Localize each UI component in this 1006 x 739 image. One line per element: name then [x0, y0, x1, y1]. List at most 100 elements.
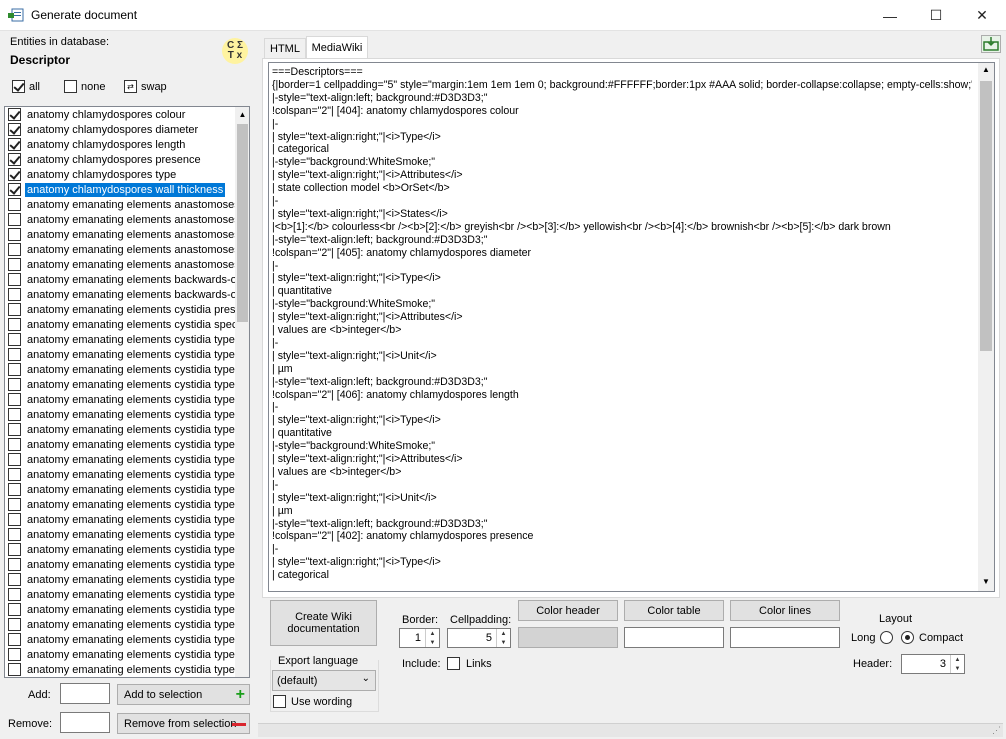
list-item[interactable]: anatomy emanating elements cystidia type… — [5, 512, 235, 527]
list-item-checkbox[interactable] — [8, 168, 21, 181]
list-item-checkbox[interactable] — [8, 618, 21, 631]
list-item[interactable]: anatomy emanating elements anastomoses a — [5, 197, 235, 212]
editor-scroll-thumb[interactable] — [980, 81, 992, 351]
list-item[interactable]: anatomy emanating elements cystidia type… — [5, 527, 235, 542]
list-item-checkbox[interactable] — [8, 408, 21, 421]
list-item-checkbox[interactable] — [8, 243, 21, 256]
list-item[interactable]: anatomy emanating elements cystidia type… — [5, 482, 235, 497]
list-item-checkbox[interactable] — [8, 528, 21, 541]
list-item-checkbox[interactable] — [8, 108, 21, 121]
list-item[interactable]: anatomy emanating elements anastomoses s — [5, 242, 235, 257]
list-item[interactable]: anatomy emanating elements cystidia type… — [5, 392, 235, 407]
create-wiki-button[interactable]: Create Wiki documentation — [270, 600, 377, 646]
list-item-checkbox[interactable] — [8, 138, 21, 151]
list-item[interactable]: anatomy emanating elements backwards-ori… — [5, 287, 235, 302]
list-item-checkbox[interactable] — [8, 153, 21, 166]
color-header-button[interactable]: Color header — [518, 600, 618, 621]
tab-mediawiki[interactable]: MediaWiki — [306, 36, 368, 59]
list-item[interactable]: anatomy emanating elements anastomoses c — [5, 212, 235, 227]
list-item-checkbox[interactable] — [8, 438, 21, 451]
layout-compact-radio[interactable]: Compact — [901, 631, 963, 644]
list-item-checkbox[interactable] — [8, 498, 21, 511]
spin-arrows-icon[interactable]: ▲ ▼ — [496, 629, 510, 647]
list-item-checkbox[interactable] — [8, 648, 21, 661]
close-button[interactable]: ✕ — [959, 0, 1005, 31]
mediawiki-editor[interactable]: ===Descriptors=== {|border=1 cellpadding=… — [268, 62, 995, 592]
list-item[interactable]: anatomy emanating elements cystidia spec… — [5, 317, 235, 332]
editor-scrollbar[interactable]: ▲ ▼ — [978, 63, 994, 591]
list-item-checkbox[interactable] — [8, 423, 21, 436]
list-item-checkbox[interactable] — [8, 393, 21, 406]
list-item[interactable]: anatomy emanating elements cystidia type… — [5, 467, 235, 482]
editor-scroll-down-icon[interactable]: ▼ — [978, 577, 994, 589]
list-item-checkbox[interactable] — [8, 513, 21, 526]
resize-grip-icon[interactable]: ⋰ — [992, 725, 1004, 737]
links-checkbox[interactable]: Links — [447, 657, 492, 670]
list-item-checkbox[interactable] — [8, 543, 21, 556]
editor-scroll-up-icon[interactable]: ▲ — [978, 65, 994, 77]
list-item[interactable]: anatomy emanating elements cystidia type… — [5, 362, 235, 377]
list-item-checkbox[interactable] — [8, 603, 21, 616]
list-item[interactable]: anatomy emanating elements cystidia type… — [5, 602, 235, 617]
none-checkbox[interactable]: none — [64, 80, 105, 93]
list-item-checkbox[interactable] — [8, 288, 21, 301]
add-to-selection-button[interactable]: Add to selection + — [117, 684, 250, 705]
list-item-checkbox[interactable] — [8, 363, 21, 376]
list-item[interactable]: anatomy emanating elements cystidia type… — [5, 572, 235, 587]
list-item[interactable]: anatomy emanating elements cystidia type… — [5, 332, 235, 347]
spin-arrows-icon[interactable]: ▲ ▼ — [425, 629, 439, 647]
list-item[interactable]: anatomy emanating elements cystidia type… — [5, 617, 235, 632]
list-item[interactable]: anatomy emanating elements cystidia type… — [5, 557, 235, 572]
list-item-checkbox[interactable] — [8, 468, 21, 481]
minimize-button[interactable]: — — [867, 0, 913, 31]
list-item[interactable]: anatomy emanating elements cystidia type… — [5, 677, 235, 678]
list-item-checkbox[interactable] — [8, 198, 21, 211]
remove-input[interactable] — [60, 712, 110, 733]
tab-html[interactable]: HTML — [264, 38, 306, 58]
list-item[interactable]: anatomy emanating elements cystidia type… — [5, 452, 235, 467]
list-item-checkbox[interactable] — [8, 633, 21, 646]
list-item[interactable]: anatomy emanating elements cystidia type… — [5, 422, 235, 437]
all-checkbox[interactable]: all — [12, 80, 40, 93]
list-item-checkbox[interactable] — [8, 573, 21, 586]
list-item[interactable]: anatomy emanating elements cystidia type… — [5, 647, 235, 662]
list-item-checkbox[interactable] — [8, 123, 21, 136]
cellpadding-stepper[interactable]: 5 ▲ ▼ — [447, 628, 511, 648]
list-item[interactable]: anatomy chlamydospores type — [5, 167, 235, 182]
list-item-checkbox[interactable] — [8, 258, 21, 271]
border-stepper[interactable]: 1 ▲ ▼ — [399, 628, 440, 648]
list-item-checkbox[interactable] — [8, 273, 21, 286]
list-item[interactable]: anatomy emanating elements cystidia pres… — [5, 302, 235, 317]
list-item-checkbox[interactable] — [8, 453, 21, 466]
swap-checkbox[interactable]: ⇄ swap — [124, 80, 167, 93]
list-item[interactable]: anatomy emanating elements cystidia type… — [5, 347, 235, 362]
list-item[interactable]: anatomy emanating elements anastomoses t — [5, 257, 235, 272]
list-item-checkbox[interactable] — [8, 183, 21, 196]
color-table-button[interactable]: Color table — [624, 600, 724, 621]
list-item-checkbox[interactable] — [8, 378, 21, 391]
scroll-up-icon[interactable]: ▲ — [235, 107, 249, 122]
list-item[interactable]: anatomy emanating elements cystidia type… — [5, 587, 235, 602]
list-item[interactable]: anatomy emanating elements cystidia type… — [5, 407, 235, 422]
export-icon[interactable] — [981, 35, 1001, 53]
entity-list[interactable]: anatomy chlamydospores colour anatomy chl… — [4, 106, 250, 678]
list-item[interactable]: anatomy emanating elements cystidia type… — [5, 542, 235, 557]
list-item[interactable]: anatomy emanating elements anastomoses l… — [5, 227, 235, 242]
list-item[interactable]: anatomy emanating elements cystidia type… — [5, 662, 235, 677]
header-stepper[interactable]: 3 ▲ ▼ — [901, 654, 965, 674]
list-item[interactable]: anatomy emanating elements cystidia type… — [5, 497, 235, 512]
remove-from-selection-button[interactable]: Remove from selection — [117, 713, 250, 734]
list-item[interactable]: anatomy chlamydospores diameter — [5, 122, 235, 137]
list-item-checkbox[interactable] — [8, 213, 21, 226]
list-item-checkbox[interactable] — [8, 663, 21, 676]
list-item-checkbox[interactable] — [8, 333, 21, 346]
list-scrollbar[interactable]: ▲ — [235, 107, 249, 677]
list-item-checkbox[interactable] — [8, 348, 21, 361]
spin-arrows-icon[interactable]: ▲ ▼ — [950, 655, 964, 673]
color-lines-button[interactable]: Color lines — [730, 600, 840, 621]
export-language-select[interactable]: (default) ⌄ — [272, 670, 376, 691]
list-item[interactable]: anatomy chlamydospores presence — [5, 152, 235, 167]
maximize-button[interactable]: ☐ — [913, 0, 959, 31]
list-item-checkbox[interactable] — [8, 228, 21, 241]
list-item[interactable]: anatomy emanating elements cystidia type… — [5, 437, 235, 452]
